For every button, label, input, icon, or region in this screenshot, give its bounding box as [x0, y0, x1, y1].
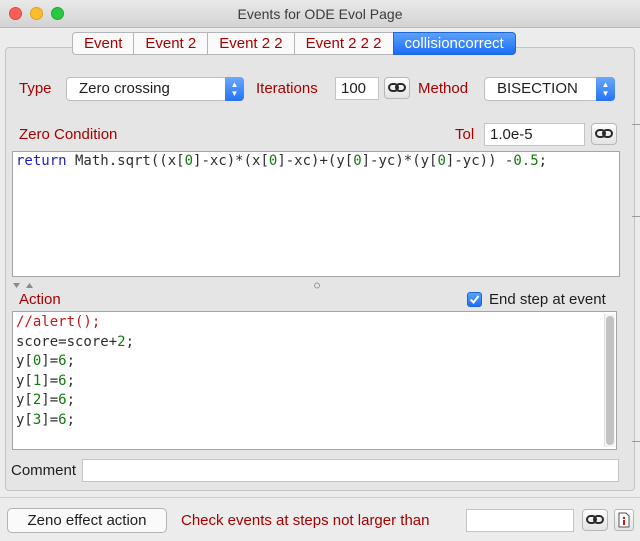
- code-text: ;: [125, 333, 135, 350]
- code-text: ]=: [41, 411, 59, 428]
- window-edge-marker: [632, 441, 640, 442]
- code-number: 0.5: [513, 153, 539, 169]
- checkmark-icon: [469, 295, 480, 305]
- tol-label: Tol: [455, 126, 475, 143]
- code-text: ]=: [41, 353, 59, 369]
- end-step-checkbox[interactable]: [467, 292, 482, 307]
- chevron-updown-icon: ▲ ▼: [596, 77, 615, 101]
- code-line: score=score+2;: [13, 333, 616, 353]
- end-step-label: End step at event: [489, 291, 606, 308]
- code-line: //alert();: [13, 313, 616, 333]
- tab-event-2-2[interactable]: Event 2 2: [207, 32, 294, 55]
- code-line: y[0]=6;: [13, 352, 616, 372]
- code-text: ;: [538, 153, 548, 169]
- split-pane-divider[interactable]: [11, 277, 621, 289]
- code-text: ]-xc)*(x[: [193, 153, 269, 169]
- link-icon: [388, 83, 406, 92]
- code-comment: //alert();: [16, 314, 101, 330]
- tab-event-2-2-2[interactable]: Event 2 2 2: [293, 32, 393, 55]
- code-text: ;: [66, 411, 76, 428]
- code-text: ]=: [41, 372, 59, 389]
- max-step-link-button[interactable]: [582, 509, 608, 531]
- code-line: return Math.sqrt((x[0]-xc)*(x[0]-xc)+(y[…: [13, 152, 619, 172]
- code-number: 0: [184, 153, 194, 169]
- window-edge-marker: [632, 216, 640, 217]
- iterations-label: Iterations: [256, 80, 318, 97]
- info-button[interactable]: [614, 509, 634, 531]
- chevron-updown-icon: ▲ ▼: [225, 77, 244, 101]
- tol-link-button[interactable]: [591, 123, 617, 145]
- splitter-grip-icon: [314, 282, 320, 289]
- tab-event-2[interactable]: Event 2: [133, 32, 208, 55]
- action-scrollbar[interactable]: [604, 314, 615, 447]
- code-number: 6: [58, 353, 67, 369]
- zero-condition-editor[interactable]: return Math.sqrt((x[0]-xc)*(x[0]-xc)+(y[…: [12, 151, 620, 277]
- comment-input[interactable]: [82, 459, 619, 482]
- code-text: Math.sqrt((x[: [66, 153, 185, 169]
- zero-condition-label: Zero Condition: [19, 126, 118, 143]
- code-text: ]-yc)) -: [445, 153, 514, 169]
- comment-label: Comment: [11, 462, 77, 479]
- iterations-input[interactable]: 100: [335, 77, 379, 100]
- code-text: y[: [16, 353, 33, 369]
- iterations-link-button[interactable]: [384, 77, 410, 99]
- code-number: 6: [58, 411, 67, 428]
- tab-event[interactable]: Event: [72, 32, 134, 55]
- event-tabs: Event Event 2 Event 2 2 Event 2 2 2 coll…: [72, 32, 516, 55]
- code-text: ;: [66, 372, 76, 389]
- code-text: score=score+: [16, 333, 118, 350]
- action-scrollbar-thumb[interactable]: [606, 316, 614, 445]
- code-number: 6: [58, 392, 67, 408]
- code-line: y[2]=6;: [13, 391, 616, 411]
- code-number: 2: [117, 333, 126, 350]
- title-bar: Events for ODE Evol Page: [0, 0, 640, 28]
- collapse-up-arrow-icon[interactable]: [13, 283, 20, 288]
- type-select[interactable]: Zero crossing ▲ ▼: [66, 77, 244, 101]
- tol-input[interactable]: 1.0e-5: [484, 123, 585, 146]
- method-label: Method: [418, 80, 469, 97]
- check-events-label: Check events at steps not larger than: [181, 512, 430, 529]
- expand-down-arrow-icon[interactable]: [26, 283, 33, 288]
- info-icon: [618, 512, 630, 528]
- type-select-value: Zero crossing: [79, 80, 170, 97]
- action-editor[interactable]: //alert(); score=score+2; y[0]=6; y[1]=6…: [12, 311, 617, 450]
- code-number: 6: [58, 372, 67, 389]
- code-text: y[: [16, 411, 33, 428]
- code-text: y[: [16, 372, 33, 389]
- link-icon: [586, 515, 604, 524]
- code-keyword: return: [16, 153, 67, 169]
- code-number: 0: [353, 153, 362, 169]
- code-number: 0: [437, 153, 446, 169]
- method-select-value: BISECTION: [497, 80, 578, 97]
- code-line: y[1]=6;: [13, 372, 616, 392]
- type-label: Type: [19, 80, 52, 97]
- window-title: Events for ODE Evol Page: [237, 6, 403, 22]
- code-text: ;: [66, 392, 76, 408]
- code-line: y[3]=6;: [13, 411, 616, 431]
- window-edge-marker: [632, 124, 640, 125]
- max-step-input[interactable]: [466, 509, 574, 532]
- method-select[interactable]: BISECTION ▲ ▼: [484, 77, 615, 101]
- action-label: Action: [19, 291, 61, 308]
- code-text: y[: [16, 392, 33, 408]
- tab-collisioncorrect[interactable]: collisioncorrect: [392, 32, 516, 55]
- link-icon: [595, 129, 613, 138]
- code-text: ]=: [41, 392, 59, 408]
- zeno-effect-action-button[interactable]: Zeno effect action: [7, 508, 167, 533]
- code-text: ]-xc)+(y[: [277, 153, 354, 169]
- code-text: ]-yc)*(y[: [361, 153, 438, 169]
- code-text: ;: [66, 353, 76, 369]
